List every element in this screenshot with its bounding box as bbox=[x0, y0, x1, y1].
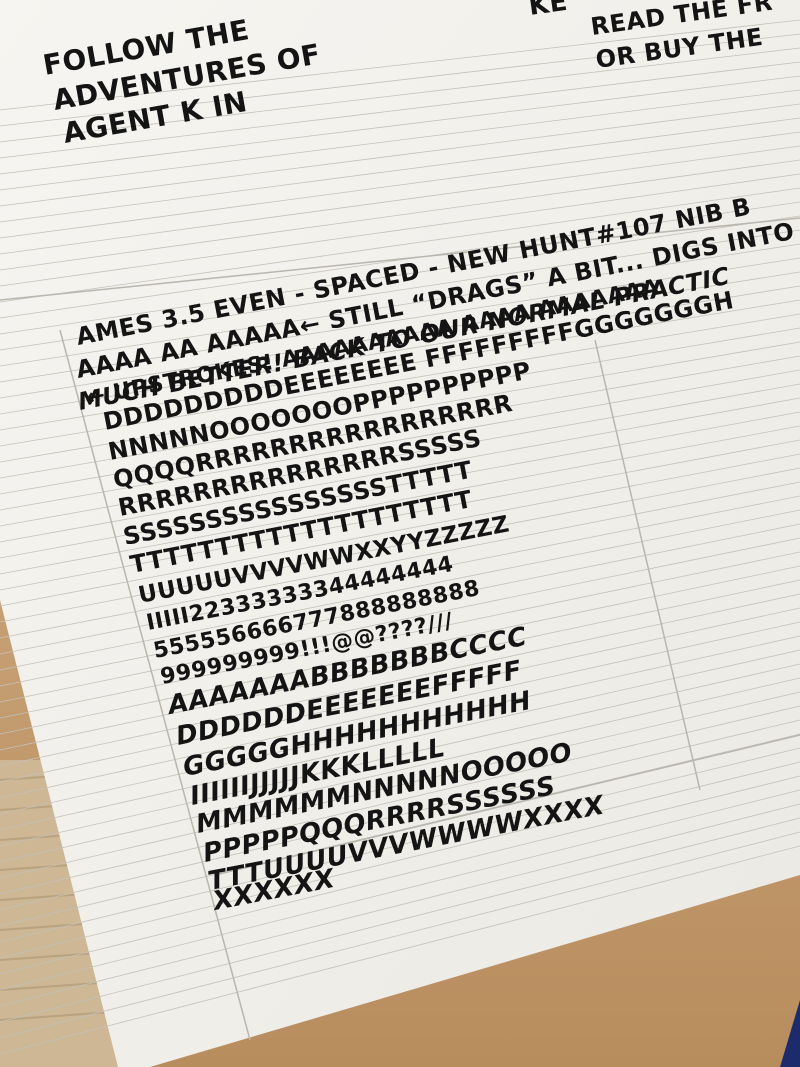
photo-scene: FOLLOW THE ADVENTURES OF AGENT K IN KE R… bbox=[0, 0, 800, 1067]
